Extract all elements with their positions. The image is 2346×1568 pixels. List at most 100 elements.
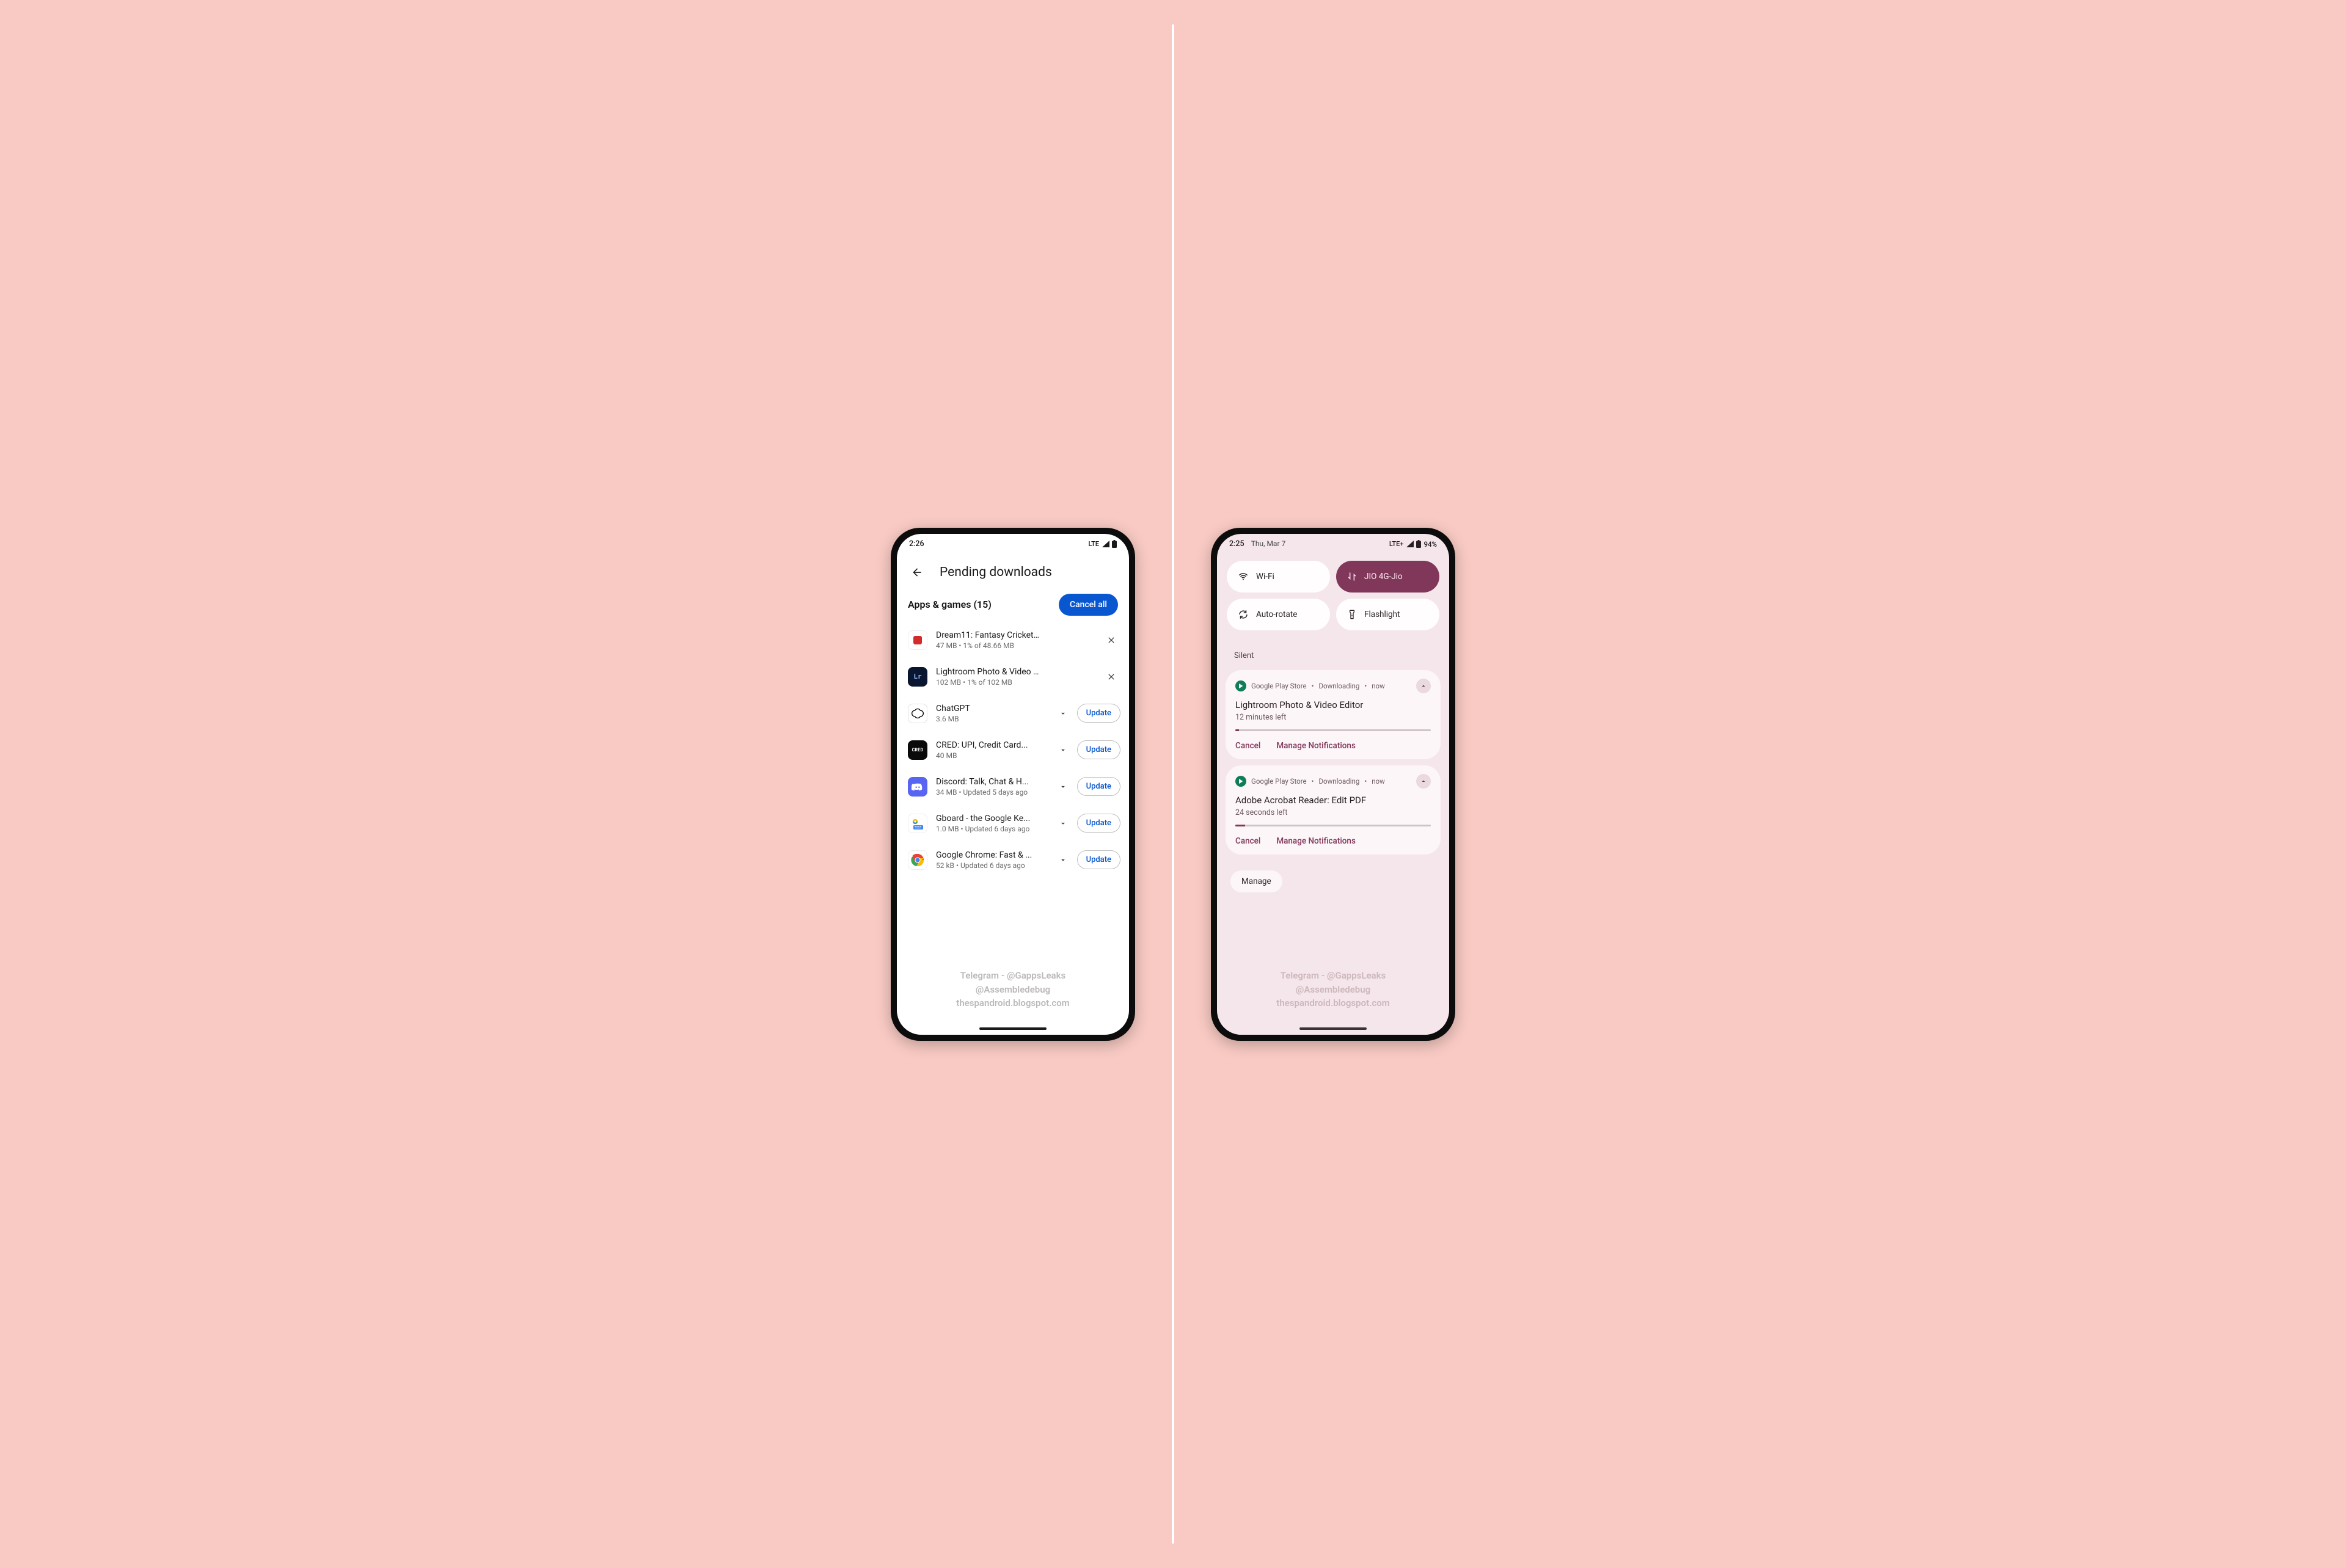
- app-row[interactable]: CRED CRED: UPI, Credit Card...40 MB Update: [908, 732, 1120, 768]
- notification-section-label: Silent: [1226, 649, 1441, 664]
- qs-tile-rotate[interactable]: Auto-rotate: [1227, 599, 1330, 630]
- app-row[interactable]: Dream11: Fantasy Cricket App47 MB • 1% o…: [908, 622, 1120, 658]
- notification-subtitle: 12 minutes left: [1235, 713, 1431, 722]
- flashlight-icon: [1347, 610, 1357, 619]
- update-button[interactable]: Update: [1077, 777, 1120, 796]
- status-network-label: LTE+: [1389, 540, 1404, 548]
- qs-tile-label: Auto-rotate: [1256, 610, 1297, 619]
- app-row[interactable]: Gboard - the Google Ke... 1.0 MB • Update…: [908, 805, 1120, 842]
- collapse-button[interactable]: [1416, 774, 1431, 789]
- cancel-action[interactable]: Cancel: [1235, 836, 1260, 846]
- update-button[interactable]: Update: [1077, 704, 1120, 723]
- app-icon-chatgpt: [908, 704, 927, 723]
- manage-notifications-action[interactable]: Manage Notifications: [1276, 741, 1356, 751]
- collapse-button[interactable]: [1416, 679, 1431, 693]
- app-name: Google Chrome: Fast & ...: [936, 850, 1040, 860]
- app-name: Lightroom Photo & Video Editor: [936, 667, 1040, 677]
- app-name: Discord: Talk, Chat & H...: [936, 777, 1040, 787]
- manage-notifications-action[interactable]: Manage Notifications: [1276, 836, 1356, 846]
- notification-header: Google Play Store•Downloading•now: [1235, 679, 1431, 693]
- notification-card[interactable]: Google Play Store•Downloading•now Lightro…: [1226, 670, 1441, 759]
- app-name: Gboard - the Google Ke...: [936, 814, 1040, 823]
- notification-actions: Cancel Manage Notifications: [1235, 836, 1431, 846]
- notification-actions: Cancel Manage Notifications: [1235, 741, 1431, 751]
- notification-title: Lightroom Photo & Video Editor: [1235, 699, 1431, 710]
- cancel-download-button[interactable]: [1102, 668, 1120, 686]
- app-name: ChatGPT: [936, 704, 1040, 713]
- app-meta: Google Chrome: Fast & ...52 kB • Updated…: [936, 850, 1045, 870]
- app-row[interactable]: Google Chrome: Fast & ...52 kB • Updated…: [908, 842, 1120, 878]
- watermark: Telegram - @GappsLeaks @Assembledebug th…: [897, 969, 1129, 1010]
- quick-settings-tiles: Wi-Fi JIO 4G-Jio Auto-rotate Flashlight: [1217, 555, 1449, 639]
- app-subtitle: 34 MB • Updated 5 days ago: [936, 788, 1045, 797]
- section-title: Apps & games (15): [908, 599, 992, 610]
- app-icon-lightroom: Lr: [908, 667, 927, 687]
- phone-left: 2:26 LTE Pending downloads Apps & games …: [891, 528, 1135, 1041]
- app-meta: Lightroom Photo & Video Editor102 MB • 1…: [936, 667, 1094, 687]
- qs-tile-flashlight[interactable]: Flashlight: [1336, 599, 1439, 630]
- app-icon-discord: [908, 777, 927, 797]
- app-name: CRED: UPI, Credit Card...: [936, 740, 1040, 750]
- expand-button[interactable]: [1054, 814, 1072, 833]
- qs-tile-label: JIO 4G-Jio: [1364, 572, 1403, 582]
- app-list: Dream11: Fantasy Cricket App47 MB • 1% o…: [897, 622, 1129, 878]
- update-button[interactable]: Update: [1077, 850, 1120, 869]
- manage-button[interactable]: Manage: [1230, 870, 1282, 892]
- row-actions: Update: [1054, 814, 1120, 833]
- divider: [1172, 24, 1174, 1544]
- row-actions: Update: [1054, 740, 1120, 759]
- update-button[interactable]: Update: [1077, 814, 1120, 833]
- notification-card[interactable]: Google Play Store•Downloading•nowAdobe A…: [1226, 765, 1441, 855]
- data-icon: [1347, 572, 1357, 582]
- watermark-line: @Assembledebug: [897, 983, 1129, 997]
- app-icon-dream11: [908, 630, 927, 650]
- app-row[interactable]: Discord: Talk, Chat & H...34 MB • Update…: [908, 768, 1120, 805]
- app-row[interactable]: Lr Lightroom Photo & Video Editor102 MB •…: [908, 658, 1120, 695]
- expand-button[interactable]: [1054, 704, 1072, 723]
- watermark-line: thespandroid.blogspot.com: [897, 996, 1129, 1010]
- row-actions: Update: [1054, 850, 1120, 869]
- notification-when: now: [1372, 777, 1385, 786]
- cancel-download-button[interactable]: [1102, 631, 1120, 649]
- cancel-action[interactable]: Cancel: [1235, 741, 1260, 751]
- app-meta: CRED: UPI, Credit Card...40 MB: [936, 740, 1045, 760]
- app-icon-gboard: [908, 814, 927, 833]
- quick-settings-screen: 2:25 Thu, Mar 7 LTE+ 94% Wi-Fi: [1217, 534, 1449, 1035]
- notification-source: Google Play Store: [1251, 682, 1307, 690]
- phone-right: 2:25 Thu, Mar 7 LTE+ 94% Wi-Fi: [1211, 528, 1455, 1041]
- signal-icon: [1102, 541, 1109, 547]
- qs-tile-wifi[interactable]: Wi-Fi: [1227, 561, 1330, 593]
- row-actions: [1102, 668, 1120, 686]
- qs-tile-cellular[interactable]: JIO 4G-Jio: [1336, 561, 1439, 593]
- app-subtitle: 3.6 MB: [936, 715, 1045, 723]
- gesture-bar[interactable]: [979, 1027, 1047, 1030]
- app-subtitle: 102 MB • 1% of 102 MB: [936, 678, 1094, 687]
- cancel-all-button[interactable]: Cancel all: [1059, 594, 1118, 616]
- expand-button[interactable]: [1054, 741, 1072, 759]
- back-button[interactable]: [908, 563, 926, 582]
- app-icon-cred: CRED: [908, 740, 927, 760]
- watermark-line: Telegram - @GappsLeaks: [897, 969, 1129, 983]
- notification-source: Google Play Store: [1251, 777, 1307, 786]
- expand-button[interactable]: [1054, 851, 1072, 869]
- expand-button[interactable]: [1054, 778, 1072, 796]
- app-subtitle: 52 kB • Updated 6 days ago: [936, 861, 1045, 870]
- notification-when: now: [1372, 682, 1385, 690]
- qs-tile-label: Wi-Fi: [1256, 572, 1274, 582]
- app-row[interactable]: ChatGPT 3.6 MB Update: [908, 695, 1120, 732]
- battery-icon: [1112, 540, 1117, 548]
- gesture-bar[interactable]: [1299, 1027, 1367, 1030]
- app-icon-chrome: [908, 850, 927, 870]
- update-button[interactable]: Update: [1077, 740, 1120, 759]
- rotate-icon: [1238, 609, 1249, 620]
- battery-percent: 94%: [1423, 540, 1437, 549]
- notification-state: Downloading: [1319, 777, 1360, 786]
- row-actions: Update: [1054, 704, 1120, 723]
- notification-state: Downloading: [1319, 682, 1360, 690]
- play-store-screen: 2:26 LTE Pending downloads Apps & games …: [897, 534, 1129, 1035]
- app-subtitle: 1.0 MB • Updated 6 days ago: [936, 825, 1045, 833]
- page-title: Pending downloads: [940, 565, 1052, 580]
- app-meta: Gboard - the Google Ke... 1.0 MB • Update…: [936, 814, 1045, 833]
- status-time: 2:26: [909, 539, 924, 549]
- progress-bar: [1235, 825, 1431, 826]
